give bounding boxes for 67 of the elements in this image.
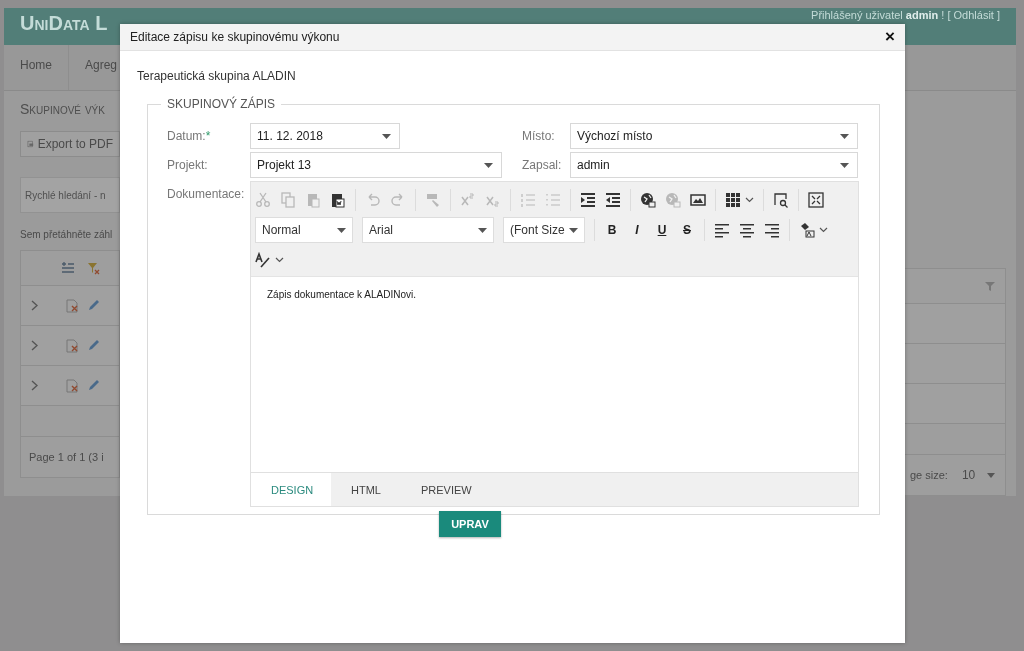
dialog-title: Editace zápisu ke skupinovému výkonu — [130, 30, 340, 44]
caret-icon[interactable] — [275, 257, 284, 263]
spellcheck-icon[interactable] — [255, 252, 271, 268]
filter-icon[interactable] — [985, 280, 995, 292]
chevron-icon[interactable] — [31, 340, 38, 351]
select-field[interactable]: admin — [570, 152, 858, 178]
close-button[interactable]: × — [885, 27, 895, 47]
field-label: Projekt: — [167, 158, 209, 172]
page-size-label: ge size: — [910, 469, 948, 481]
toolbar-dropdown[interactable]: (Font Size — [503, 217, 585, 243]
caret-icon — [478, 227, 487, 233]
pager-text: Page 1 of 1 (3 i — [29, 451, 104, 463]
pencil-icon[interactable] — [87, 379, 100, 392]
caret-icon — [840, 133, 849, 139]
clipboard-icon[interactable] — [330, 192, 346, 208]
fullscreen-icon[interactable] — [808, 192, 824, 208]
select-field[interactable]: Výchozí místo — [570, 123, 858, 149]
format-button[interactable]: B — [604, 223, 620, 237]
document-text: Zápis dokumentace k ALADINovi. — [267, 289, 416, 300]
pencil-icon[interactable] — [87, 299, 100, 312]
field-label: Místo: — [522, 129, 556, 143]
page-title: Skupinové výk — [20, 101, 106, 117]
select-field[interactable]: 11. 12. 2018 — [250, 123, 400, 149]
caret-icon — [569, 227, 578, 233]
caret-icon — [484, 162, 493, 168]
chevron-icon[interactable] — [31, 300, 38, 311]
align-right-icon[interactable] — [764, 222, 780, 238]
caret-icon[interactable] — [745, 197, 754, 203]
caret-icon — [987, 472, 996, 478]
toolbar-dropdown[interactable]: Arial — [362, 217, 494, 243]
find-icon[interactable] — [773, 192, 789, 208]
field-label: Dokumentace: — [167, 186, 246, 203]
group-hint: Sem přetáhněte záhl — [20, 229, 114, 240]
editor-tab[interactable]: HTML — [331, 473, 401, 506]
clear-filter-icon[interactable] — [87, 261, 100, 275]
align-left-icon[interactable] — [714, 222, 730, 238]
editor-tab[interactable]: PREVIEW — [400, 473, 492, 506]
group-name: Terapeutická skupina ALADIN — [137, 69, 297, 83]
delete-icon[interactable] — [66, 338, 79, 353]
caret-icon — [840, 162, 849, 168]
align-center-icon[interactable] — [739, 222, 755, 238]
app-brand: UniData L — [20, 13, 108, 33]
outdent-icon[interactable] — [605, 192, 621, 208]
paint-bucket-icon[interactable] — [799, 222, 815, 238]
field-label: Datum:* — [167, 129, 212, 143]
format-button[interactable]: S — [679, 223, 695, 237]
caret-icon[interactable] — [819, 227, 828, 233]
submit-button[interactable]: UPRAV — [439, 511, 501, 537]
field-label: Zapsal: — [522, 158, 563, 172]
table-icon[interactable] — [725, 192, 741, 208]
format-button[interactable]: U — [654, 223, 670, 237]
chevron-icon[interactable] — [31, 380, 38, 391]
image-icon[interactable] — [690, 192, 706, 208]
pencil-icon[interactable] — [87, 339, 100, 352]
toolbar-dropdown[interactable]: Normal — [255, 217, 353, 243]
editor-tab[interactable]: DESIGN — [251, 473, 331, 506]
delete-icon[interactable] — [66, 298, 79, 313]
delete-icon[interactable] — [66, 378, 79, 393]
format-button[interactable]: I — [629, 223, 645, 237]
login-info: Přihlášený uživatel admin ! [ Odhlásit ] — [811, 9, 1000, 22]
caret-icon — [382, 133, 391, 139]
select-field[interactable]: Projekt 13 — [250, 152, 502, 178]
add-row-icon[interactable] — [61, 262, 75, 274]
indent-icon[interactable] — [580, 192, 596, 208]
caret-icon — [337, 227, 346, 233]
export-button[interactable]: Export to PDF — [20, 131, 120, 157]
section-legend: SKUPINOVÝ ZÁPIS — [161, 97, 282, 111]
